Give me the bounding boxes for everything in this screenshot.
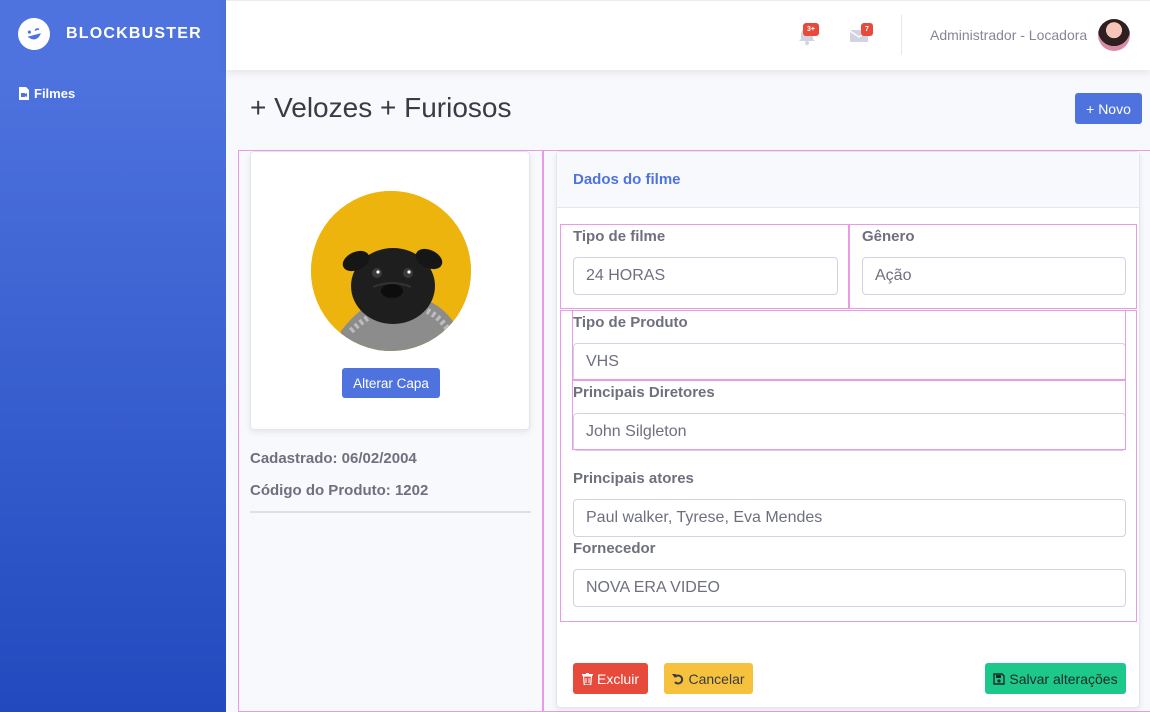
cancel-button[interactable]: Cancelar: [664, 663, 753, 694]
save-button[interactable]: Salvar alterações: [985, 663, 1126, 694]
atores-label: Principais atores: [573, 470, 694, 487]
tipo-produto-label: Tipo de Produto: [573, 314, 688, 331]
delete-label: Excluir: [596, 670, 639, 687]
laugh-wink-icon: [14, 14, 54, 54]
alerts-badge: 3+: [803, 23, 819, 36]
product-code: Código do Produto: 1202: [250, 482, 429, 499]
registered-date: Cadastrado: 06/02/2004: [250, 450, 417, 467]
save-label: Salvar alterações: [1009, 670, 1118, 687]
tipo-filme-label: Tipo de filme: [573, 228, 666, 245]
sidebar: BLOCKBUSTER Filmes: [0, 0, 226, 712]
diretores-label: Principais Diretores: [573, 384, 715, 401]
page-title: + Velozes + Furiosos: [250, 92, 512, 123]
topbar: 3+ 7 Administrador - Locadora: [226, 0, 1150, 70]
cancel-label: Cancelar: [688, 670, 745, 687]
sidebar-item-label: Filmes: [34, 86, 76, 101]
file-video-icon: [19, 87, 29, 100]
sidebar-item-filmes[interactable]: Filmes: [0, 86, 226, 101]
divider: [250, 511, 531, 513]
user-name[interactable]: Administrador - Locadora: [930, 27, 1087, 43]
delete-button[interactable]: Excluir: [573, 663, 648, 694]
form-header: Dados do filme: [557, 152, 1139, 208]
cover-card: Alterar Capa: [250, 151, 530, 430]
genero-input[interactable]: [862, 257, 1126, 295]
fornecedor-input[interactable]: [573, 569, 1126, 607]
change-cover-button[interactable]: Alterar Capa: [342, 368, 440, 398]
tipo-produto-input[interactable]: [573, 343, 1126, 381]
atores-input[interactable]: [573, 499, 1126, 537]
brand-name: BLOCKBUSTER: [66, 25, 202, 42]
avatar[interactable]: [1098, 19, 1130, 51]
undo-icon: [672, 673, 684, 684]
new-button[interactable]: + Novo: [1075, 93, 1142, 124]
movie-form-card: Dados do filme Tipo de filme Gênero Tipo…: [556, 151, 1140, 708]
tipo-filme-input[interactable]: [573, 257, 838, 295]
diretores-input[interactable]: [573, 413, 1126, 451]
fornecedor-label: Fornecedor: [573, 540, 656, 557]
movie-cover-image: [311, 191, 471, 351]
trash-icon: [581, 672, 593, 685]
brand[interactable]: BLOCKBUSTER: [0, 0, 226, 68]
save-icon: [993, 672, 1006, 685]
topbar-divider: [901, 15, 902, 55]
messages-badge: 7: [861, 23, 873, 36]
genero-label: Gênero: [862, 228, 915, 245]
